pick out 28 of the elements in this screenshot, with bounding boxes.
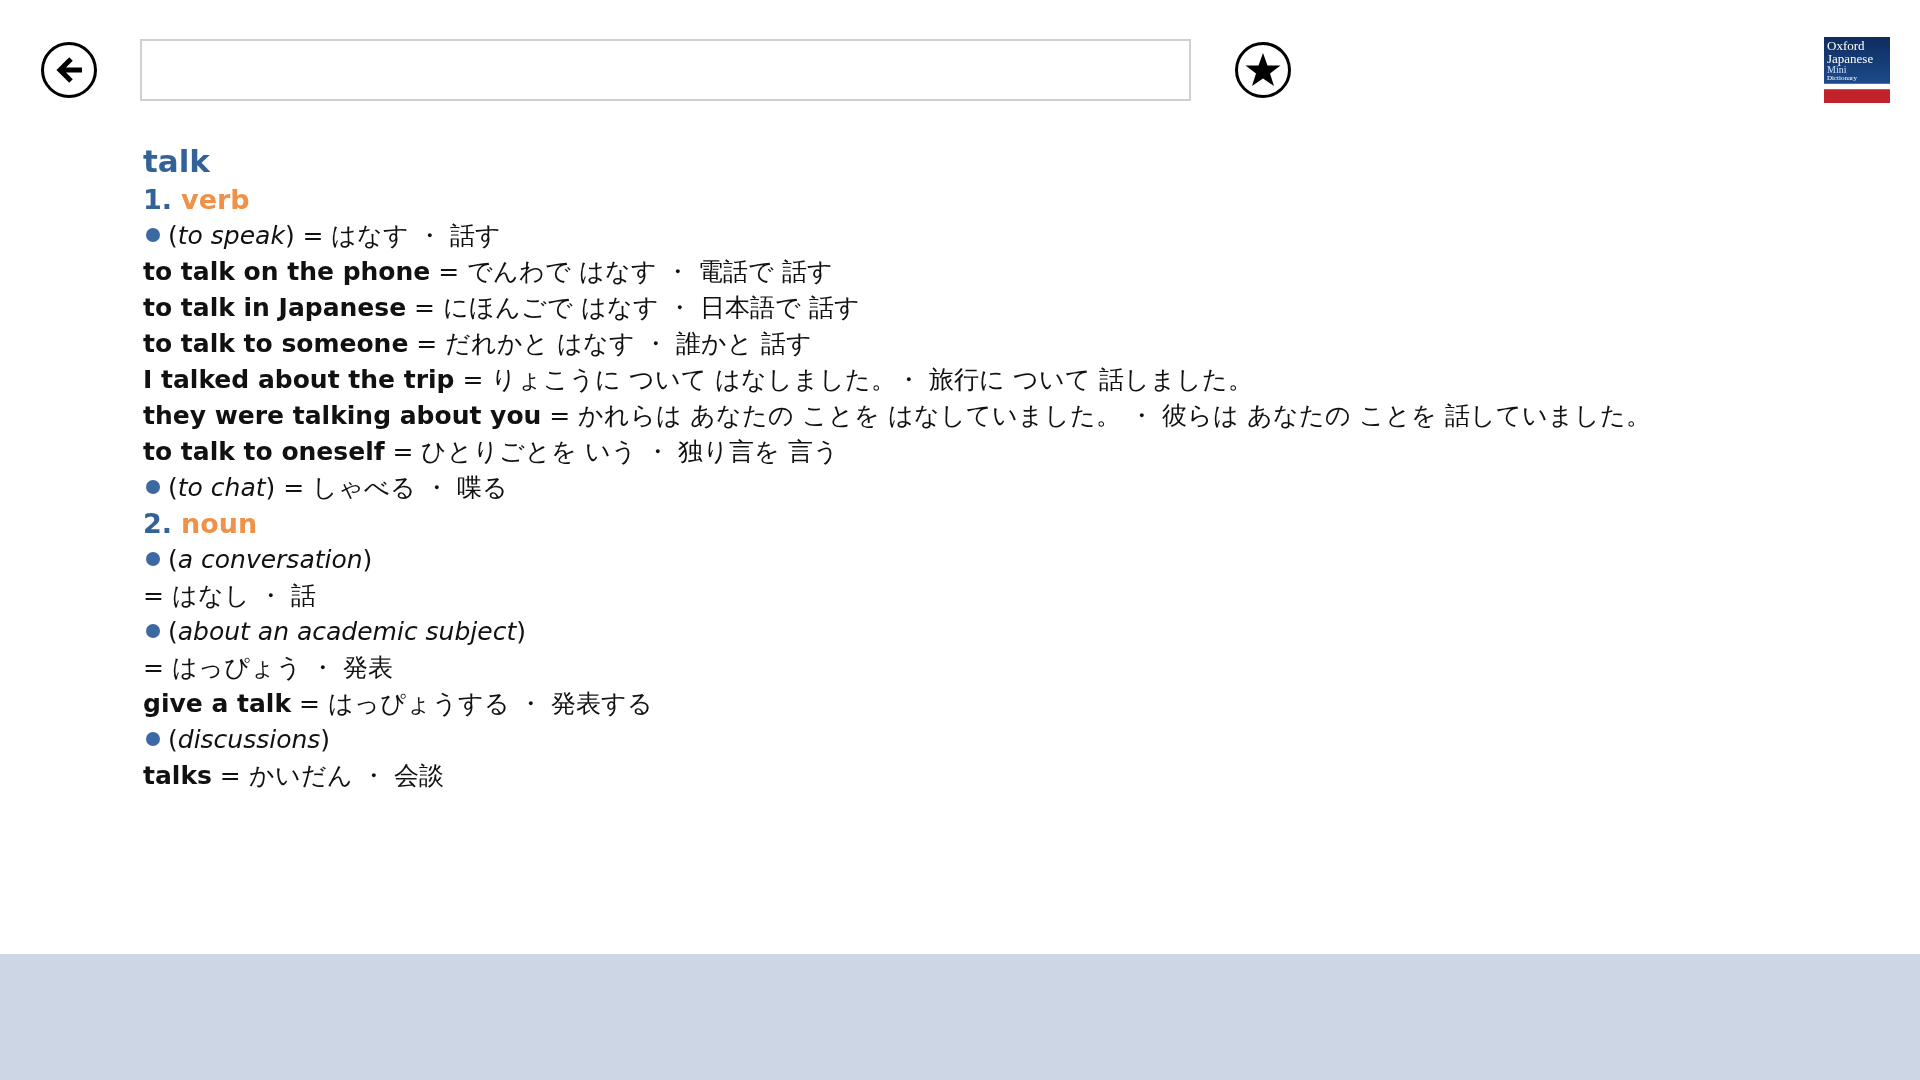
- example-translation: give a talk = はっぴょうする ・ 発表する: [143, 687, 653, 720]
- bullet-icon: [146, 480, 160, 494]
- favorite-button[interactable]: [1234, 41, 1292, 99]
- sense-gloss: (discussions): [168, 724, 331, 754]
- sense-gloss: (to speak) = はなす ・ 話す: [168, 219, 502, 252]
- example-translation: they were talking about you = かれらは あなたの ことを はなしていました。 ・ 彼らは あなたの ことを 話していました。: [143, 399, 1651, 432]
- example-translation: = はっぴょう ・ 発表: [143, 651, 393, 684]
- part-of-speech: noun: [181, 507, 258, 539]
- example-translation: to talk on the phone = でんわで はなす ・ 電話で 話す: [143, 255, 833, 288]
- sense-number: 2.: [143, 507, 173, 539]
- sense-gloss: (about an academic subject): [168, 616, 526, 646]
- example-translation: I talked about the trip = りょこうに ついて はなしました。・ 旅行に ついて 話しました。: [143, 363, 1254, 396]
- headword: talk: [143, 142, 210, 181]
- search-field[interactable]: [140, 39, 1191, 101]
- example-translation: talks = かいだん ・ 会談: [143, 759, 444, 792]
- back-button[interactable]: [40, 41, 98, 99]
- bullet-icon: [146, 732, 160, 746]
- bullet-icon: [146, 228, 160, 242]
- sense-number: 1.: [143, 183, 173, 215]
- example-translation: to talk in Japanese = にほんごで はなす ・ 日本語で 話す: [143, 291, 860, 324]
- bullet-icon: [146, 552, 160, 566]
- example-translation: to talk to someone = だれかと はなす ・ 誰かと 話す: [143, 327, 812, 360]
- example-translation: to talk to oneself = ひとりごとを いう ・ 独り言を 言う: [143, 435, 840, 468]
- sense-gloss: (a conversation): [168, 544, 373, 574]
- part-of-speech: verb: [181, 183, 250, 215]
- bullet-icon: [146, 624, 160, 638]
- sense-gloss: (to chat) = しゃべる ・ 喋る: [168, 471, 509, 504]
- example-translation: = はなし ・ 話: [143, 579, 316, 612]
